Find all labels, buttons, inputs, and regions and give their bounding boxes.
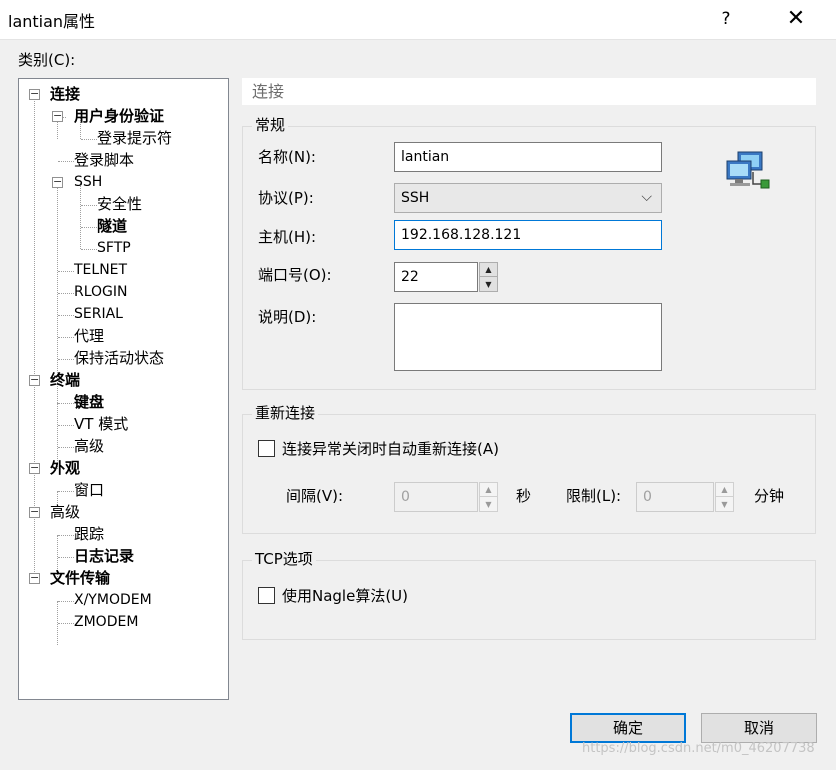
tree-item-security[interactable]: 安全性 xyxy=(97,193,142,215)
tree-item-sftp[interactable]: SFTP xyxy=(97,237,131,259)
limit-spinner[interactable]: ▲ ▼ xyxy=(715,482,734,512)
spin-up-icon[interactable]: ▲ xyxy=(716,483,733,497)
tree-item-logging[interactable]: 日志记录 xyxy=(74,545,134,567)
tree-item-connection[interactable]: 连接 xyxy=(50,83,80,105)
chevron-down-icon: ⌵ xyxy=(641,189,652,205)
collapse-filetransfer-icon[interactable]: − xyxy=(29,572,40,584)
tree-item-proxy[interactable]: 代理 xyxy=(74,325,104,347)
nagle-label[interactable]: 使用Nagle算法(U) xyxy=(282,585,408,606)
tcp-group-label: TCP选项 xyxy=(252,550,316,568)
tree-item-user-auth[interactable]: 用户身份验证 xyxy=(74,105,164,127)
tree-item-xymodem[interactable]: X/YMODEM xyxy=(74,589,152,611)
tree-item-tunnel[interactable]: 隧道 xyxy=(97,215,127,237)
help-icon[interactable]: ? xyxy=(712,4,740,34)
nagle-checkbox[interactable] xyxy=(258,587,275,604)
protocol-label: 协议(P): xyxy=(258,189,314,207)
collapse-advanced-icon[interactable]: − xyxy=(29,506,40,518)
protocol-value: SSH xyxy=(401,190,430,206)
tree-item-zmodem[interactable]: ZMODEM xyxy=(74,611,138,633)
category-tree[interactable]: − − − − − − − 连接 用户身份验证 登录提示符 登录脚本 SSH 安… xyxy=(18,78,229,700)
network-computers-icon xyxy=(726,151,770,189)
host-label: 主机(H): xyxy=(258,228,317,246)
description-label: 说明(D): xyxy=(258,308,317,326)
collapse-terminal-icon[interactable]: − xyxy=(29,374,40,386)
port-input[interactable]: 22 xyxy=(394,262,478,292)
limit-unit: 分钟 xyxy=(754,487,785,505)
collapse-connection-icon[interactable]: − xyxy=(29,88,40,100)
tree-item-ssh[interactable]: SSH xyxy=(74,171,102,193)
interval-spinner[interactable]: ▲ ▼ xyxy=(479,482,498,512)
tree-item-advanced[interactable]: 高级 xyxy=(50,501,80,523)
description-input[interactable] xyxy=(394,303,662,371)
spin-down-icon[interactable]: ▼ xyxy=(480,497,497,511)
tree-item-window[interactable]: 窗口 xyxy=(74,479,104,501)
panel-header: 连接 xyxy=(242,78,816,105)
auto-reconnect-checkbox[interactable] xyxy=(258,440,275,457)
protocol-select[interactable]: SSH ⌵ xyxy=(394,183,662,213)
cancel-button[interactable]: 取消 xyxy=(701,713,817,743)
watermark: https://blog.csdn.net/m0_46207738 xyxy=(582,741,815,756)
tree-item-telnet[interactable]: TELNET xyxy=(74,259,127,281)
collapse-ssh-icon[interactable]: − xyxy=(52,176,63,188)
close-icon[interactable]: ✕ xyxy=(778,4,814,34)
tree-item-vt-mode[interactable]: VT 模式 xyxy=(74,413,128,435)
tree-item-terminal-advanced[interactable]: 高级 xyxy=(74,435,104,457)
tree-item-keyboard[interactable]: 键盘 xyxy=(74,391,104,413)
tree-item-serial[interactable]: SERIAL xyxy=(74,303,123,325)
interval-label: 间隔(V): xyxy=(286,487,344,505)
tree-item-trace[interactable]: 跟踪 xyxy=(74,523,104,545)
interval-unit: 秒 xyxy=(516,487,532,505)
tree-item-rlogin[interactable]: RLOGIN xyxy=(74,281,128,303)
category-label: 类别(C): xyxy=(18,51,76,69)
general-group-label: 常规 xyxy=(252,116,289,134)
spin-up-icon[interactable]: ▲ xyxy=(480,263,497,277)
spin-down-icon[interactable]: ▼ xyxy=(480,277,497,291)
interval-input[interactable]: 0 xyxy=(394,482,478,512)
tree-item-login-prompts[interactable]: 登录提示符 xyxy=(97,127,172,149)
collapse-appearance-icon[interactable]: − xyxy=(29,462,40,474)
host-input[interactable]: 192.168.128.121 xyxy=(394,220,662,250)
name-label: 名称(N): xyxy=(258,148,316,166)
name-input[interactable]: lantian xyxy=(394,142,662,172)
collapse-auth-icon[interactable]: − xyxy=(52,110,63,122)
spin-up-icon[interactable]: ▲ xyxy=(480,483,497,497)
auto-reconnect-label[interactable]: 连接异常关闭时自动重新连接(A) xyxy=(282,438,499,459)
title-bar: lantian属性 ? ✕ xyxy=(0,0,836,40)
port-label: 端口号(O): xyxy=(258,266,332,284)
tree-item-login-script[interactable]: 登录脚本 xyxy=(74,149,134,171)
port-spinner[interactable]: ▲ ▼ xyxy=(479,262,498,292)
limit-label: 限制(L): xyxy=(566,487,622,505)
tree-item-appearance[interactable]: 外观 xyxy=(50,457,80,479)
tree-item-file-transfer[interactable]: 文件传输 xyxy=(50,567,110,589)
spin-down-icon[interactable]: ▼ xyxy=(716,497,733,511)
reconnect-group-label: 重新连接 xyxy=(252,404,319,422)
reconnect-group xyxy=(242,414,816,534)
ok-button[interactable]: 确定 xyxy=(570,713,686,743)
tree-item-terminal[interactable]: 终端 xyxy=(50,369,80,391)
limit-input[interactable]: 0 xyxy=(636,482,714,512)
window-title: lantian属性 xyxy=(8,12,96,31)
tree-item-keepalive[interactable]: 保持活动状态 xyxy=(74,347,164,369)
